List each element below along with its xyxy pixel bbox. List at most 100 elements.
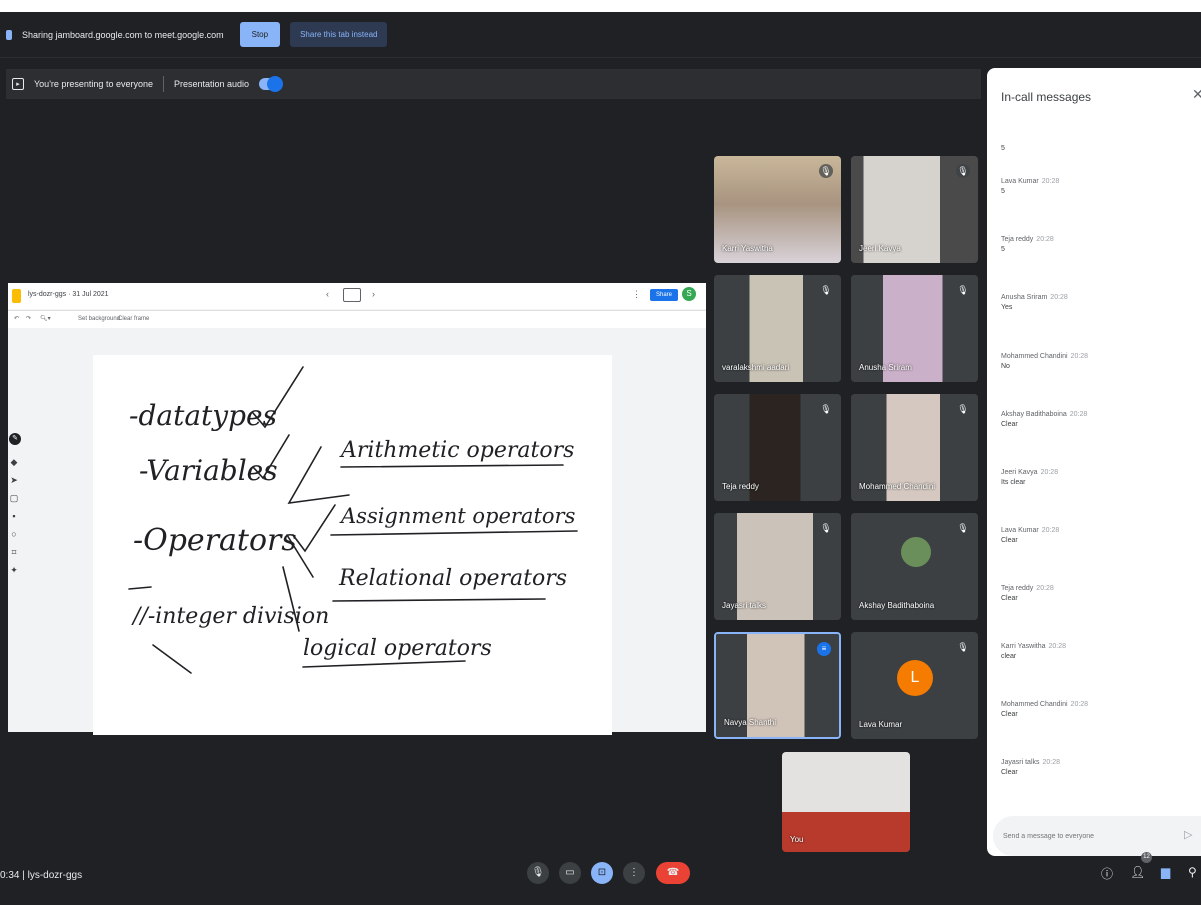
participant-tile[interactable]: 🎙︎ Karri Yaswitha <box>714 156 841 263</box>
eraser-tool-icon[interactable]: ◆ <box>9 457 19 469</box>
participant-tile[interactable]: 🎙︎ varalakshmi aadari <box>714 275 841 382</box>
message-text: Yes <box>1001 304 1013 311</box>
message-text: clear <box>1001 653 1017 660</box>
participant-tile[interactable]: 🎙︎ Akshay Badithaboina <box>851 513 978 620</box>
more-options-icon[interactable]: ⋮ <box>623 862 645 884</box>
message-time: 20:28 <box>1048 643 1067 650</box>
hw-assignment: Assignment operators <box>339 504 576 528</box>
self-view-tile[interactable]: You <box>782 752 910 852</box>
participant-name: Anusha Sriram <box>859 363 912 372</box>
chat-message: Anusha Sriram 20:28 Yes <box>1001 294 1191 311</box>
redo-icon[interactable]: ↷ <box>26 315 31 322</box>
stop-sharing-button[interactable]: Stop <box>239 22 281 47</box>
presentation-audio-toggle[interactable] <box>259 76 284 92</box>
jamboard-title: lys-dozr-ggs · 31 Jul 2021 <box>28 291 109 298</box>
hw-relational: Relational operators <box>338 566 567 591</box>
jamboard-canvas[interactable]: -datatypes -Variables -Operators //-inte… <box>93 355 612 735</box>
people-icon[interactable]: 👤︎ <box>1130 865 1145 879</box>
self-name: You <box>790 835 804 844</box>
jamboard-toolbar: ↶ ↷ 🔍︎▾ Set background Clear frame <box>8 310 706 328</box>
hw-arithmetic: Arithmetic operators <box>339 438 574 463</box>
laser-tool-icon[interactable]: ✦ <box>9 565 19 577</box>
participant-tile[interactable]: 🎙︎ Jeeri Kavya <box>851 156 978 263</box>
message-text: 5 <box>1001 145 1005 152</box>
people-count-badge: 12 <box>1141 852 1152 863</box>
in-call-messages-panel: In-call messages ✕ 5 Lava Kumar 20:28 5 T… <box>987 68 1201 856</box>
message-time: 20:28 <box>1042 759 1061 766</box>
presenting-status: You're presenting to everyone <box>34 79 153 89</box>
camera-icon[interactable]: ▭ <box>559 862 581 884</box>
next-frame-icon[interactable]: › <box>372 289 375 299</box>
microphone-icon[interactable]: 🎙︎ <box>527 862 549 884</box>
participant-avatar <box>901 537 931 567</box>
sticky-note-icon[interactable]: ▢ <box>9 493 19 505</box>
message-text: 5 <box>1001 188 1005 195</box>
participant-name: Mohammed Chandini <box>859 482 936 491</box>
chat-message: Mohammed Chandini 20:28 Clear <box>1001 701 1191 718</box>
message-sender: Karri Yaswitha <box>1001 643 1046 650</box>
speaking-icon: ≡ <box>817 642 831 656</box>
handwriting-drawing: -datatypes -Variables -Operators //-inte… <box>128 366 578 674</box>
mic-off-icon: 🎙︎ <box>956 402 970 416</box>
participant-tile[interactable]: 🎙︎ Mohammed Chandini <box>851 394 978 501</box>
participant-tile[interactable]: 🎙︎ Anusha Sriram <box>851 275 978 382</box>
message-sender: Jeeri Kavya <box>1001 469 1038 476</box>
more-menu-icon[interactable]: ⋮ <box>632 289 641 300</box>
set-background-button[interactable]: Set background <box>78 316 120 322</box>
mic-off-icon: 🎙︎ <box>819 521 833 535</box>
chat-message: Teja reddy 20:28 5 <box>1001 236 1191 253</box>
chat-message: Akshay Badithaboina 20:28 Clear <box>1001 411 1191 428</box>
message-sender: Anusha Sriram <box>1001 294 1048 301</box>
frame-bar-icon[interactable] <box>343 288 361 302</box>
message-time: 20:28 <box>1069 411 1088 418</box>
presenting-bar: ▸ You're presenting to everyone Presenta… <box>6 69 981 99</box>
close-icon[interactable]: ✕ <box>1192 86 1201 103</box>
activities-icon[interactable]: ⚲ <box>1188 865 1197 879</box>
message-sender: Jayasri talks <box>1001 759 1040 766</box>
clear-frame-button[interactable]: Clear frame <box>118 316 149 322</box>
prev-frame-icon[interactable]: ‹ <box>326 289 329 299</box>
jamboard-side-tools: ✎ ◆ ➤ ▢ ▪ ○ ⌗ ✦ <box>8 433 22 633</box>
pen-tool-icon[interactable]: ✎ <box>9 433 21 445</box>
shape-tool-icon[interactable]: ○ <box>9 529 19 541</box>
leave-call-icon[interactable]: ☎ <box>656 862 690 884</box>
participant-name: Lava Kumar <box>859 720 903 729</box>
participant-tile[interactable]: 🎙︎ Teja reddy <box>714 394 841 501</box>
message-sender: Teja reddy <box>1001 236 1034 243</box>
message-time: 20:28 <box>1036 585 1054 592</box>
send-icon[interactable]: ▷ <box>1184 828 1192 841</box>
jamboard-avatar[interactable]: S <box>682 287 696 301</box>
message-time: 20:28 <box>1040 469 1059 476</box>
bottom-control-bar: 0:34 | lys-dozr-ggs 🎙︎ ▭ ⊡ ⋮ ☎ ⓘ 👤︎ 12 ▆… <box>0 850 1201 905</box>
message-time: 20:28 <box>1070 353 1089 360</box>
participant-name: Teja reddy <box>722 482 759 491</box>
undo-icon[interactable]: ↶ <box>14 315 19 322</box>
participant-tile[interactable]: 🎙︎ Jayasri talks <box>714 513 841 620</box>
participant-name: Jeeri Kavya <box>859 244 901 253</box>
present-icon: ▸ <box>12 78 24 90</box>
jamboard-logo-icon <box>12 289 21 303</box>
zoom-icon[interactable]: 🔍︎▾ <box>40 315 51 322</box>
message-time: 20:28 <box>1036 236 1054 243</box>
jamboard-share-button[interactable]: Share <box>650 289 679 301</box>
chat-message: Mohammed Chandini 20:28 No <box>1001 353 1191 370</box>
message-sender: Akshay Badithaboina <box>1001 411 1067 418</box>
message-sender: Mohammed Chandini <box>1001 701 1068 708</box>
image-tool-icon[interactable]: ▪ <box>9 511 19 523</box>
participant-name: varalakshmi aadari <box>722 363 790 372</box>
select-tool-icon[interactable]: ➤ <box>9 475 19 487</box>
chat-icon[interactable]: ▆ <box>1161 865 1170 879</box>
share-status-text: Sharing jamboard.google.com to meet.goog… <box>22 29 224 40</box>
participant-tile[interactable]: L 🎙︎ Lava Kumar <box>851 632 978 739</box>
presentation-audio-label: Presentation audio <box>173 79 250 89</box>
textbox-tool-icon[interactable]: ⌗ <box>9 547 19 559</box>
participant-name: Navya Shanthi <box>724 718 777 727</box>
message-sender: Lava Kumar <box>1001 527 1039 534</box>
message-text: Clear <box>1001 595 1018 602</box>
share-this-tab-button[interactable]: Share this tab instead <box>290 22 388 47</box>
meeting-details-icon[interactable]: ⓘ <box>1101 865 1113 882</box>
participant-tile-active-speaker[interactable]: ≡ Navya Shanthi <box>714 632 841 739</box>
present-now-icon[interactable]: ⊡ <box>591 862 613 884</box>
chat-title: In-call messages <box>1001 90 1092 104</box>
share-bar: Sharing jamboard.google.com to meet.goog… <box>0 12 1201 58</box>
